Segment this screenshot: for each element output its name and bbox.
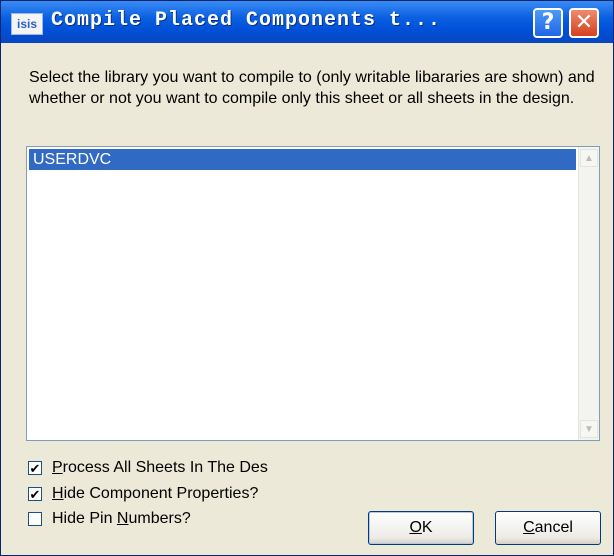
- hide-component-properties-checkbox[interactable]: ✔ Hide Component Properties?: [28, 483, 258, 505]
- title-bar[interactable]: isis Compile Placed Components t... ? ✕: [1, 1, 613, 43]
- checkbox-icon[interactable]: [28, 512, 42, 526]
- library-list-item[interactable]: USERDVC: [29, 149, 576, 170]
- hide-pin-numbers-checkbox[interactable]: Hide Pin Numbers?: [28, 508, 191, 530]
- isis-app-icon: isis: [11, 13, 43, 35]
- vertical-scrollbar[interactable]: ▲ ▼: [578, 147, 599, 440]
- scroll-up-arrow-icon[interactable]: ▲: [580, 149, 598, 167]
- close-button[interactable]: ✕: [569, 8, 599, 38]
- window-title: Compile Placed Components t...: [51, 9, 442, 32]
- ok-button[interactable]: OK: [368, 511, 474, 545]
- process-all-sheets-checkbox[interactable]: ✔ Process All Sheets In The Des: [28, 457, 268, 479]
- hide-component-properties-label: Hide Component Properties?: [52, 485, 259, 502]
- checkbox-icon[interactable]: ✔: [28, 487, 42, 502]
- scroll-down-arrow-icon[interactable]: ▼: [580, 420, 598, 438]
- compile-dialog: isis Compile Placed Components t... ? ✕ …: [0, 0, 614, 556]
- checkbox-icon[interactable]: ✔: [28, 461, 42, 476]
- cancel-button[interactable]: Cancel: [495, 511, 601, 545]
- hide-pin-numbers-label: Hide Pin Numbers?: [52, 510, 191, 527]
- library-listbox[interactable]: USERDVC ▲ ▼: [26, 146, 600, 441]
- process-all-sheets-label: Process All Sheets In The Des: [52, 459, 268, 476]
- help-button[interactable]: ?: [533, 8, 563, 38]
- dialog-description: Select the library you want to compile t…: [29, 69, 595, 107]
